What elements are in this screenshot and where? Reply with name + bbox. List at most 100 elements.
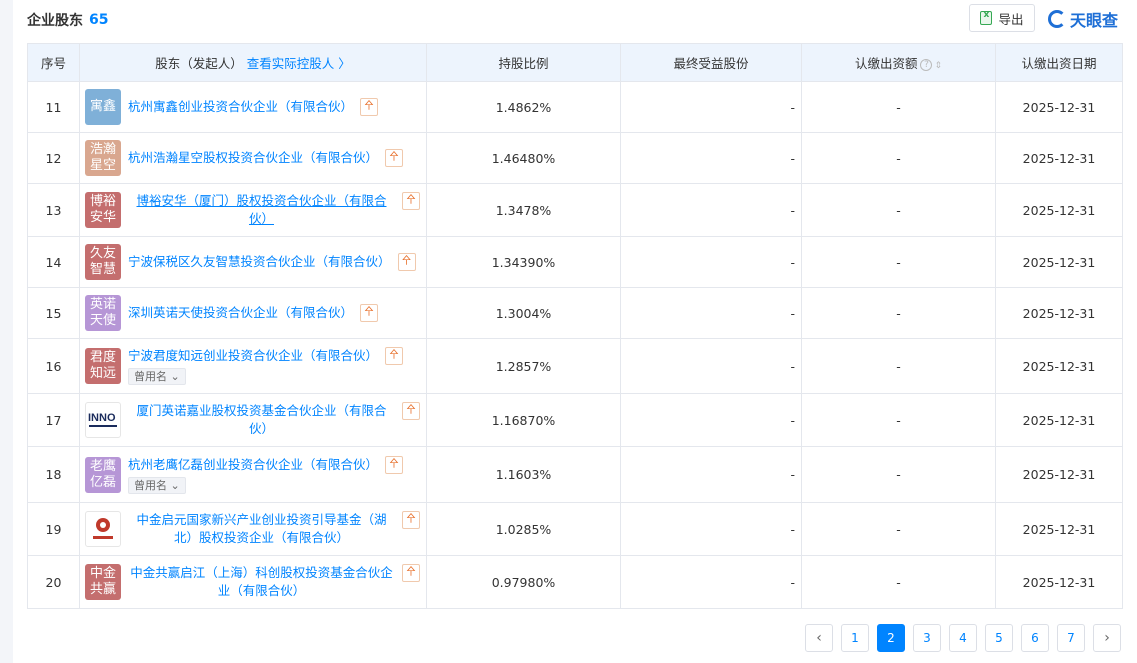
row-index: 20 (27, 555, 80, 609)
col-final-benefit: 最终受益股份 (620, 43, 802, 82)
table-header-row: 序号 股东（发起人） 查看实际控股人 〉 持股比例 最终受益股份 认缴出资额? ⇕ … (27, 43, 1123, 82)
used-name-dropdown[interactable]: 曾用名 ⌄ (128, 476, 186, 494)
row-index: 12 (27, 132, 80, 184)
shareholder-name-link[interactable]: 厦门英诺嘉业股权投资基金合伙企业（有限合伙） (128, 402, 395, 438)
company-avatar: 君度知远 (85, 348, 121, 384)
final-benefit-share: - (620, 502, 802, 556)
shareholder-name-link[interactable]: 杭州老鹰亿磊创业投资合伙企业（有限合伙） (128, 456, 378, 474)
help-icon[interactable]: ? (920, 58, 933, 71)
subscribed-date: 2025-12-31 (995, 502, 1123, 556)
holding-ratio: 1.3004% (426, 287, 621, 339)
holding-ratio: 1.16870% (426, 393, 621, 447)
subscribed-capital: - (801, 393, 996, 447)
shareholder-name-link[interactable]: 中金共赢启江（上海）科创股权投资基金合伙企业（有限合伙） (128, 564, 395, 600)
tianyancha-logo: 天眼查 (1048, 7, 1118, 31)
holding-ratio: 1.4862% (426, 81, 621, 133)
logo-text: 天眼查 (1070, 11, 1119, 30)
subscribed-capital: - (801, 81, 996, 133)
table-row: 11 寓鑫 杭州寓鑫创业投资合伙企业（有限合伙）㐃 1.4862% - -2025-12-… (27, 81, 1123, 133)
shareholder-name-link[interactable]: 宁波君度知远创业投资合伙企业（有限合伙） (128, 347, 378, 365)
row-index: 15 (27, 287, 80, 339)
shareholder-name-link[interactable]: 博裕安华（厦门）股权投资合伙企业（有限合伙） (128, 192, 395, 228)
export-label: 导出 (998, 11, 1024, 27)
prev-page-button[interactable]: ‹ (805, 624, 833, 652)
shareholder-cell: 老鹰亿磊 杭州老鹰亿磊创业投资合伙企业（有限合伙） 㐃曾用名 ⌄ (79, 446, 427, 503)
subscribed-date: 2025-12-31 (995, 393, 1123, 447)
subscribed-capital: - (801, 446, 996, 503)
page-button-3[interactable]: 3 (913, 624, 941, 652)
equity-structure-icon[interactable]: 㐃 (385, 149, 404, 167)
holding-ratio: 1.3478% (426, 183, 621, 237)
page-button-7[interactable]: 7 (1057, 624, 1085, 652)
company-avatar: 英诺天使 (85, 295, 121, 331)
equity-structure-icon[interactable]: 㐃 (360, 304, 379, 322)
shareholder-name-link[interactable]: 杭州浩瀚星空股权投资合伙企业（有限合伙） (128, 149, 378, 167)
equity-structure-icon[interactable]: 㐃 (402, 402, 420, 420)
row-index: 18 (27, 446, 80, 503)
used-name-label: 曾用名 (134, 478, 167, 492)
final-benefit-share: - (620, 81, 802, 133)
cicc-logo-icon (93, 518, 113, 539)
equity-structure-icon[interactable]: 㐃 (402, 511, 420, 529)
company-avatar: 中金共赢 (85, 564, 121, 600)
shareholder-cell: INNO 厦门英诺嘉业股权投资基金合伙企业（有限合伙） 㐃 (79, 393, 427, 447)
shareholder-cell: 君度知远 宁波君度知远创业投资合伙企业（有限合伙） 㐃曾用名 ⌄ (79, 338, 427, 394)
table-row: 16 君度知远 宁波君度知远创业投资合伙企业（有限合伙）㐃曾用名 ⌄ 1.2857% -… (27, 338, 1123, 394)
shareholder-name-link[interactable]: 杭州寓鑫创业投资合伙企业（有限合伙） (128, 98, 353, 116)
subscribed-date: 2025-12-31 (995, 287, 1123, 339)
shareholders-table: 序号 股东（发起人） 查看实际控股人 〉 持股比例 最终受益股份 认缴出资额? ⇕ … (27, 43, 1123, 609)
subscribed-date: 2025-12-31 (995, 183, 1123, 237)
equity-structure-icon[interactable]: 㐃 (402, 192, 420, 210)
equity-structure-icon[interactable]: 㐃 (385, 347, 404, 365)
col-ratio: 持股比例 (426, 43, 621, 82)
table-row: 12 浩瀚星空 杭州浩瀚星空股权投资合伙企业（有限合伙）㐃 1.46480% - -202… (27, 132, 1123, 184)
page-button-4[interactable]: 4 (949, 624, 977, 652)
col-index: 序号 (27, 43, 80, 82)
equity-structure-icon[interactable]: 㐃 (402, 564, 420, 582)
used-name-label: 曾用名 (134, 370, 167, 383)
page-button-1[interactable]: 1 (841, 624, 869, 652)
shareholder-cell: 中金启元国家新兴产业创业投资引导基金（湖北）股权投资企业（有限合伙） 㐃 (79, 502, 427, 556)
shareholder-cell: 寓鑫 杭州寓鑫创业投资合伙企业（有限合伙） 㐃 (79, 81, 427, 133)
shareholder-name-link[interactable]: 深圳英诺天使投资合伙企业（有限合伙） (128, 304, 353, 322)
export-button[interactable]: 导出 (969, 4, 1035, 32)
shareholder-cell: 浩瀚星空 杭州浩瀚星空股权投资合伙企业（有限合伙） 㐃 (79, 132, 427, 184)
final-benefit-share: - (620, 183, 802, 237)
equity-structure-icon[interactable]: 㐃 (397, 253, 416, 271)
equity-structure-icon[interactable]: 㐃 (360, 98, 379, 116)
company-avatar: 寓鑫 (85, 89, 121, 125)
subscribed-capital: - (801, 338, 996, 394)
page-button-6[interactable]: 6 (1021, 624, 1049, 652)
subscribed-date: 2025-12-31 (995, 338, 1123, 394)
holding-ratio: 1.0285% (426, 502, 621, 556)
pagination: ‹ 1 2 3 4 5 6 7 › (805, 624, 1121, 652)
excel-icon (980, 10, 993, 25)
shareholder-name-link[interactable]: 中金启元国家新兴产业创业投资引导基金（湖北）股权投资企业（有限合伙） (128, 511, 395, 547)
holding-ratio: 1.2857% (426, 338, 621, 394)
subscribed-date: 2025-12-31 (995, 132, 1123, 184)
view-controller-link[interactable]: 查看实际控股人 〉 (247, 56, 351, 71)
next-page-button[interactable]: › (1093, 624, 1121, 652)
table-row: 15 英诺天使 深圳英诺天使投资合伙企业（有限合伙）㐃 1.3004% - -2025-1… (27, 287, 1123, 339)
shareholder-cell: 英诺天使 深圳英诺天使投资合伙企业（有限合伙） 㐃 (79, 287, 427, 339)
equity-structure-icon[interactable]: 㐃 (385, 455, 404, 474)
col-capital: 认缴出资额? ⇕ (801, 43, 996, 82)
shareholder-name-link[interactable]: 宁波保税区久友智慧投资合伙企业（有限合伙） (128, 253, 391, 271)
holding-ratio: 1.34390% (426, 236, 621, 288)
row-index: 19 (27, 502, 80, 556)
inno-logo-icon: INNO (88, 412, 117, 427)
page-button-5[interactable]: 5 (985, 624, 1013, 652)
shareholder-count: 65 (89, 12, 109, 28)
used-name-dropdown[interactable]: 曾用名 ⌄ (128, 368, 186, 385)
subscribed-date: 2025-12-31 (995, 81, 1123, 133)
company-avatar: 博裕安华 (85, 192, 121, 228)
sort-icon[interactable]: ⇕ (934, 61, 942, 71)
page-button-2[interactable]: 2 (877, 624, 905, 652)
shareholders-card: 企业股东 65 导出 天眼查 序号 股东（发起人）查看实际控股人 〉 持股比例 … (13, 0, 1137, 663)
section-header: 企业股东 65 (27, 10, 108, 30)
final-benefit-share: - (620, 287, 802, 339)
subscribed-capital: - (801, 287, 996, 339)
table-row: 18 老鹰亿磊 杭州老鹰亿磊创业投资合伙企业（有限合伙）㐃曾用名 ⌄ 1.1603% -… (27, 446, 1123, 503)
col-date: 认缴出资日期 (995, 43, 1123, 82)
subscribed-capital: - (801, 183, 996, 237)
